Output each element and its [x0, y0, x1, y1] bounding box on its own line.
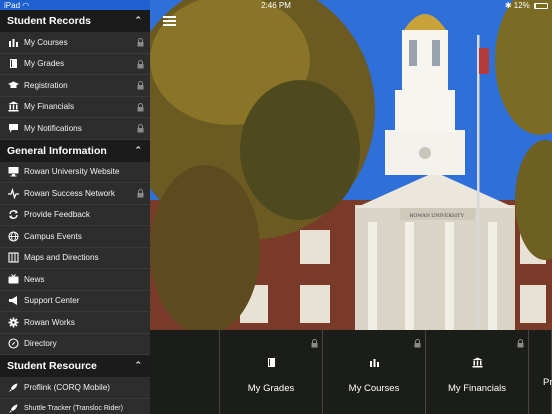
tile-label: Pr	[543, 377, 552, 388]
sidebar-item[interactable]: Shuttle Tracker (Transloc Rider)	[0, 398, 150, 414]
sidebar-item[interactable]: Registration	[0, 75, 150, 97]
tile-label: My Financials	[447, 382, 507, 394]
sidebar-item-label: Shuttle Tracker (Transloc Rider)	[24, 405, 123, 413]
monitor-icon	[7, 166, 19, 178]
lock-icon	[137, 38, 144, 49]
lock-icon	[137, 189, 144, 200]
chat-bubble-icon	[7, 122, 19, 134]
section-title: Student Resource	[7, 360, 97, 372]
tv-icon	[7, 273, 19, 285]
sidebar-item-label: My Notifications	[24, 123, 82, 133]
sidebar-item-label: Rowan Works	[24, 317, 75, 327]
battery-percent: 12%	[513, 1, 530, 10]
bar-chart-icon	[7, 36, 19, 48]
graduation-cap-icon	[7, 79, 19, 91]
sidebar-item-label: Registration	[24, 80, 68, 90]
megaphone-icon	[7, 295, 19, 307]
sidebar-item-label: Rowan University Website	[24, 167, 120, 177]
sidebar-item-label: Proflink (CORQ Mobile)	[24, 382, 110, 392]
sidebar-item[interactable]: My Notifications	[0, 118, 150, 140]
sidebar-section-header[interactable]: General Information ⌃	[0, 139, 150, 162]
sidebar-item[interactable]: Proflink (CORQ Mobile)	[0, 377, 150, 399]
compass-icon	[7, 338, 19, 350]
sidebar-item[interactable]: Rowan Success Network	[0, 183, 150, 205]
chevron-up-icon[interactable]: ⌃	[134, 15, 142, 26]
globe-icon	[7, 230, 19, 242]
lock-icon	[137, 124, 144, 135]
lock-icon	[137, 59, 144, 71]
bar-chart-icon	[369, 355, 380, 373]
battery-indicator: ✱ 12%	[505, 1, 548, 10]
tile-label: My Courses	[348, 382, 400, 394]
book-icon	[266, 355, 277, 373]
sidebar-item-label: My Courses	[24, 37, 68, 47]
sidebar-item-label: My Grades	[24, 59, 65, 69]
sidebar-item[interactable]: News	[0, 269, 150, 291]
lock-icon	[517, 335, 524, 353]
bank-icon	[7, 101, 19, 113]
quick-tile[interactable]: Pr	[529, 330, 552, 414]
sidebar-section-header[interactable]: Student Records ⌃	[0, 10, 150, 32]
quick-tile[interactable]: My Financials	[426, 330, 529, 414]
battery-icon	[534, 2, 548, 9]
book-icon	[7, 58, 19, 70]
quick-tile[interactable]: My Grades	[220, 330, 323, 414]
quick-tile[interactable]: My Courses	[323, 330, 426, 414]
sidebar-item[interactable]: Provide Feedback	[0, 204, 150, 226]
sidebar-item[interactable]: Support Center	[0, 290, 150, 312]
sidebar-item-label: My Financials	[24, 102, 75, 112]
sidebar-item[interactable]: Rowan University Website	[0, 161, 150, 183]
building-sign: ROWAN UNIVERSITY	[410, 213, 465, 219]
bluetooth-icon: ✱	[504, 1, 512, 10]
status-time: 2:46 PM	[261, 1, 291, 10]
sidebar-item[interactable]: My Courses	[0, 32, 150, 54]
sidebar-item-label: Provide Feedback	[24, 210, 90, 220]
pulse-icon	[7, 187, 19, 199]
map-icon	[7, 252, 19, 264]
gear-icon	[7, 316, 19, 328]
lock-icon	[414, 335, 421, 353]
sidebar-menu: Student Records ⌃ My Courses My Grades Regis…	[0, 10, 150, 414]
sidebar-item-label: Maps and Directions	[24, 253, 99, 263]
sidebar-item-label: Support Center	[24, 296, 80, 306]
tile-spacer	[150, 330, 220, 414]
sidebar-item[interactable]: My Grades	[0, 53, 150, 75]
sidebar-item-label: Campus Events	[24, 231, 82, 241]
quick-access-tiles: My Grades My Courses My Financials Pr	[150, 330, 552, 414]
chevron-up-icon[interactable]: ⌃	[134, 145, 142, 156]
status-bar: iPad ◠ 2:46 PM ✱ 12%	[0, 0, 552, 12]
section-title: General Information	[7, 144, 107, 157]
rocket-icon	[7, 381, 19, 393]
rocket-icon	[7, 403, 19, 414]
sidebar-item[interactable]: Maps and Directions	[0, 247, 150, 269]
section-title: Student Records	[7, 15, 92, 27]
bank-icon	[472, 355, 483, 373]
chevron-up-icon[interactable]: ⌃	[134, 360, 142, 371]
sidebar-item[interactable]: Directory	[0, 333, 150, 355]
sidebar-section-header[interactable]: Student Resource ⌃	[0, 355, 150, 377]
sidebar-item-label: Rowan Success Network	[24, 188, 116, 198]
sidebar-item-label: News	[24, 274, 45, 284]
tile-label: My Grades	[247, 382, 295, 394]
refresh-icon	[7, 209, 19, 221]
lock-icon	[137, 81, 144, 92]
menu-toggle-icon[interactable]	[163, 16, 176, 26]
sidebar-item[interactable]: My Financials	[0, 96, 150, 118]
sidebar-item-label: Directory	[24, 339, 57, 349]
lock-icon	[137, 102, 144, 114]
sidebar-item[interactable]: Rowan Works	[0, 312, 150, 334]
lock-icon	[311, 335, 318, 353]
sidebar-item[interactable]: Campus Events	[0, 226, 150, 248]
